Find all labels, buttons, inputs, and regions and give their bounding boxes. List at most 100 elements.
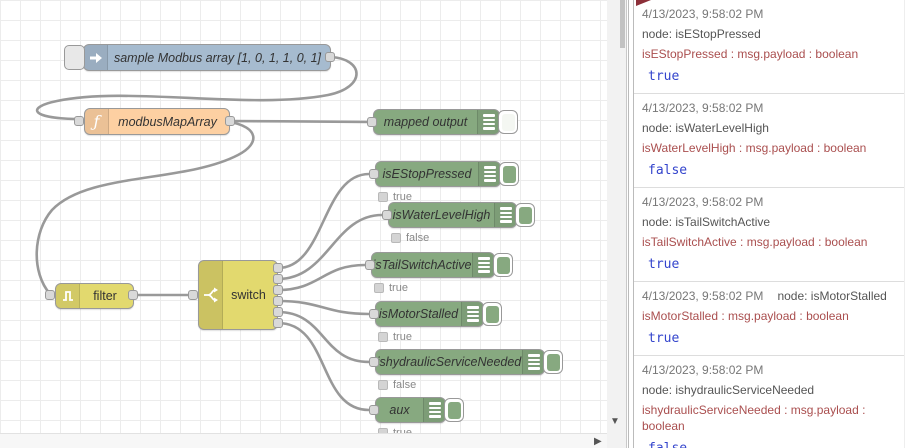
status-square-icon bbox=[391, 233, 401, 243]
status-square-icon bbox=[374, 283, 384, 293]
debug-icon bbox=[522, 350, 544, 374]
debug-enable-toggle[interactable] bbox=[482, 302, 502, 326]
status-square-icon bbox=[378, 192, 388, 202]
switch-output-port-5[interactable] bbox=[273, 307, 283, 317]
debug-message: 4/13/2023, 9:58:02 PM node: isWaterLevel… bbox=[634, 94, 904, 188]
debug-input-port[interactable] bbox=[369, 405, 379, 415]
debug-enable-toggle[interactable] bbox=[493, 253, 513, 277]
debug-icon bbox=[477, 110, 499, 134]
status-square-icon bbox=[378, 332, 388, 342]
debug-node-label: aux bbox=[389, 403, 410, 417]
message-property-path: isTailSwitchActive : msg.payload : boole… bbox=[642, 235, 868, 249]
status-text: false bbox=[406, 232, 430, 244]
debug-node-label: isWaterLevelHigh bbox=[392, 208, 491, 222]
debug-input-port[interactable] bbox=[367, 117, 377, 127]
node-red-editor: sample Modbus array [1, 0, 1, 1, 0, 1] ƒ… bbox=[0, 0, 905, 448]
status-text: true bbox=[389, 282, 408, 294]
function-output-port[interactable] bbox=[225, 116, 235, 126]
message-timestamp: 4/13/2023, 9:58:02 PM bbox=[642, 289, 764, 303]
switch-icon bbox=[199, 261, 223, 329]
message-node-name: node: isEStopPressed bbox=[642, 27, 761, 41]
message-property-path: isMotorStalled : msg.payload : boolean bbox=[642, 309, 849, 323]
filter-label: filter bbox=[93, 289, 117, 303]
filter-node[interactable]: filter bbox=[55, 283, 134, 309]
message-value: true bbox=[648, 331, 680, 346]
debug-sidebar: 4/13/2023, 9:58:02 PM node: isEStopPress… bbox=[634, 0, 905, 448]
horizontal-scrollbar[interactable]: ▶ bbox=[0, 433, 607, 448]
debug-node-label: isTailSwitchActive bbox=[372, 258, 472, 272]
function-label: modbusMapArray bbox=[118, 114, 217, 129]
message-value: false bbox=[648, 163, 688, 178]
debug-enable-toggle[interactable] bbox=[515, 203, 535, 227]
debug-node[interactable]: isEStopPressed bbox=[375, 161, 501, 187]
debug-message: 4/13/2023, 9:58:02 PM node: isTailSwitch… bbox=[634, 188, 904, 282]
debug-node-label: isEStopPressed bbox=[382, 167, 472, 181]
debug-enable-toggle[interactable] bbox=[498, 110, 518, 134]
debug-icon bbox=[423, 398, 445, 422]
debug-message: 4/13/2023, 9:58:02 PM node: isMotorStall… bbox=[634, 282, 904, 356]
vertical-scrollbar-thumb[interactable] bbox=[620, 0, 625, 48]
debug-enable-toggle[interactable] bbox=[543, 350, 563, 374]
switch-output-port-6[interactable] bbox=[273, 318, 283, 328]
debug-node-status: true bbox=[378, 331, 412, 343]
wire-function-to-debug bbox=[228, 119, 370, 124]
debug-icon bbox=[461, 302, 483, 326]
message-node-name: node: ishydraulicServiceNeeded bbox=[642, 383, 815, 397]
status-text: false bbox=[393, 379, 417, 391]
debug-icon bbox=[494, 203, 516, 227]
status-text: true bbox=[393, 331, 412, 343]
message-node-name: node: isMotorStalled bbox=[777, 289, 887, 303]
inject-output-port[interactable] bbox=[325, 52, 335, 62]
debug-node[interactable]: isWaterLevelHigh bbox=[388, 202, 517, 228]
message-timestamp: 4/13/2023, 9:58:02 PM bbox=[642, 7, 764, 21]
debug-node[interactable]: isMotorStalled bbox=[375, 301, 484, 327]
debug-node-status: true bbox=[374, 282, 408, 294]
wire-switch-out4 bbox=[276, 299, 371, 316]
debug-node-label: ishydraulicServiceNeeded bbox=[376, 355, 522, 369]
inject-arrow-icon bbox=[84, 45, 108, 70]
switch-input-port[interactable] bbox=[188, 290, 198, 300]
debug-enable-toggle[interactable] bbox=[499, 162, 519, 186]
filter-input-port[interactable] bbox=[45, 290, 55, 300]
debug-enable-toggle[interactable] bbox=[444, 398, 464, 422]
debug-node[interactable]: ishydraulicServiceNeeded bbox=[375, 349, 545, 375]
status-square-icon bbox=[378, 380, 388, 390]
switch-output-port-4[interactable] bbox=[273, 296, 283, 306]
inject-button[interactable] bbox=[64, 45, 85, 70]
scroll-down-arrow[interactable]: ▼ bbox=[610, 416, 620, 427]
debug-node[interactable]: aux bbox=[375, 397, 446, 423]
debug-node[interactable]: mapped output bbox=[373, 109, 500, 135]
debug-node-label: isMotorStalled bbox=[378, 307, 459, 321]
switch-output-port-1[interactable] bbox=[273, 263, 283, 273]
message-node-name: node: isWaterLevelHigh bbox=[642, 121, 769, 135]
scroll-right-arrow[interactable]: ▶ bbox=[594, 436, 602, 447]
switch-output-port-2[interactable] bbox=[273, 274, 283, 284]
message-node-name: node: isTailSwitchActive bbox=[642, 215, 771, 229]
switch-node[interactable]: switch bbox=[198, 260, 278, 330]
debug-input-port[interactable] bbox=[369, 357, 379, 367]
debug-node[interactable]: isTailSwitchActive bbox=[371, 252, 495, 278]
message-property-path: ishydraulicServiceNeeded : msg.payload :… bbox=[642, 403, 866, 433]
vertical-scrollbar[interactable]: ▼ bbox=[607, 0, 627, 448]
message-value: true bbox=[648, 69, 680, 84]
debug-node-status: false bbox=[391, 232, 429, 244]
filter-output-port[interactable] bbox=[128, 290, 138, 300]
message-timestamp: 4/13/2023, 9:58:02 PM bbox=[642, 195, 764, 209]
debug-input-port[interactable] bbox=[365, 260, 375, 270]
function-input-port[interactable] bbox=[74, 116, 84, 126]
function-node[interactable]: ƒ modbusMapArray bbox=[84, 108, 230, 135]
filter-icon bbox=[56, 284, 80, 308]
debug-input-port[interactable] bbox=[369, 169, 379, 179]
debug-icon bbox=[478, 162, 500, 186]
debug-node-status: false bbox=[378, 379, 416, 391]
previous-message-corner bbox=[636, 0, 651, 6]
debug-input-port[interactable] bbox=[369, 309, 379, 319]
switch-output-port-3[interactable] bbox=[273, 285, 283, 295]
inject-node[interactable]: sample Modbus array [1, 0, 1, 1, 0, 1] bbox=[83, 44, 331, 71]
flow-canvas[interactable]: sample Modbus array [1, 0, 1, 1, 0, 1] ƒ… bbox=[0, 0, 607, 448]
debug-message: 4/13/2023, 9:58:02 PM node: isEStopPress… bbox=[634, 0, 904, 94]
message-value: true bbox=[648, 257, 680, 272]
message-value: false bbox=[642, 441, 896, 448]
debug-input-port[interactable] bbox=[382, 210, 392, 220]
debug-icon bbox=[472, 253, 494, 277]
